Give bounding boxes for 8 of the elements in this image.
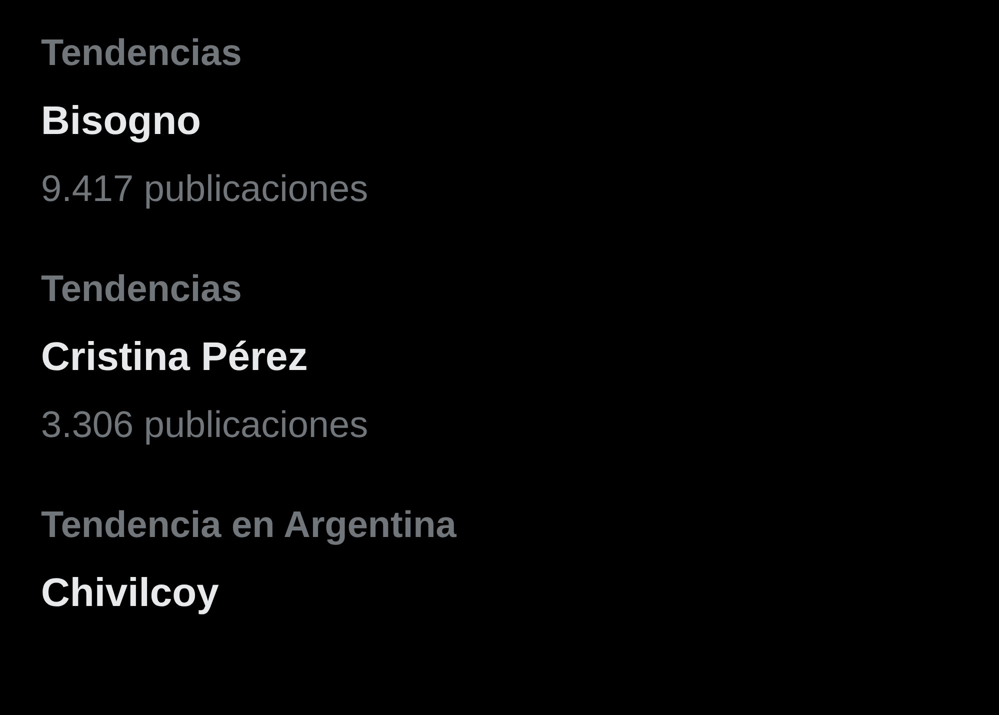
trend-name[interactable]: Chivilcoy [41, 570, 219, 616]
post-count: 3.306 publicaciones [41, 403, 368, 447]
trend-name[interactable]: Bisogno [41, 98, 201, 144]
trend-name[interactable]: Cristina Pérez [41, 334, 308, 380]
trend-context: Tendencias [41, 31, 242, 75]
trend-context: Tendencia en Argentina [41, 503, 456, 547]
post-count: 9.417 publicaciones [41, 167, 368, 211]
trend-context: Tendencias [41, 267, 242, 311]
